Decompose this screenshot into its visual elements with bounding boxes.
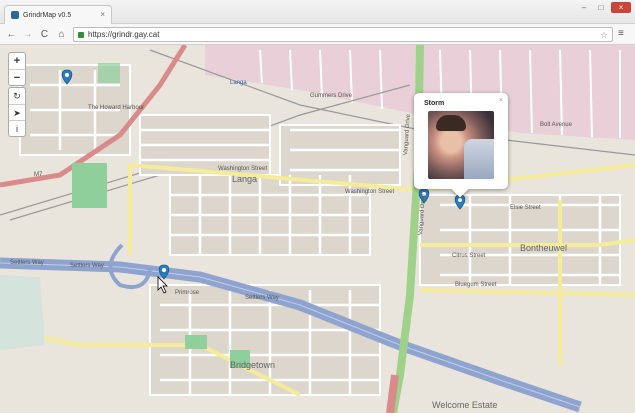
label-bontheuwel: Bontheuwel: [520, 243, 568, 253]
tab-close-icon[interactable]: ×: [100, 10, 105, 19]
bookmark-star-icon[interactable]: ☆: [600, 28, 608, 42]
profile-popup[interactable]: Storm ×: [414, 93, 508, 198]
label-settlers-way-1: Settlers Way: [10, 260, 44, 266]
map-canvas: [0, 45, 635, 413]
map-tool-buttons: ↻ ➤ i: [8, 87, 26, 137]
browser-toolbar: ← → C ⌂ https://grindr.gay.cat ☆ ≡: [0, 24, 635, 45]
back-button[interactable]: ←: [5, 28, 18, 41]
red-road-south: [386, 374, 399, 413]
locate-icon[interactable]: ➤: [9, 104, 25, 120]
park-4: [98, 63, 120, 83]
label-welcome-estate: Welcome Estate: [432, 400, 498, 410]
close-window-button[interactable]: ×: [611, 2, 631, 13]
zoom-in-button[interactable]: +: [9, 53, 25, 69]
label-citrus-st: Citrus Street: [452, 253, 486, 259]
browser-window: GrindrMap v0.5 × – □ × ← → C ⌂ https://g…: [0, 0, 635, 413]
forward-button[interactable]: →: [21, 28, 34, 41]
favicon-icon: [11, 11, 19, 19]
label-washington-st-1: Washington Street: [218, 166, 268, 172]
photo-hair: [436, 115, 466, 131]
info-icon[interactable]: i: [9, 120, 25, 136]
label-bridgetown: Bridgetown: [230, 360, 276, 370]
label-gummers-drive: Gummers Drive: [310, 93, 353, 99]
title-bar: GrindrMap v0.5 × – □ ×: [0, 0, 635, 24]
lock-icon: [78, 32, 84, 38]
map-view[interactable]: Langa Langa Bontheuwel Bridgetown Welcom…: [0, 45, 635, 413]
minimize-button[interactable]: –: [577, 2, 591, 13]
url-text: https://grindr.gay.cat: [88, 30, 160, 39]
home-button[interactable]: ⌂: [55, 28, 68, 41]
label-primrose: Primrose: [175, 290, 200, 296]
label-settlers-way-3: Settlers Way: [245, 295, 279, 301]
address-bar[interactable]: https://grindr.gay.cat ☆: [73, 27, 613, 42]
label-langa: Langa: [232, 174, 258, 184]
refresh-icon[interactable]: ↻: [9, 88, 25, 104]
maximize-button[interactable]: □: [594, 2, 608, 13]
window-controls: – □ ×: [577, 2, 631, 13]
popup-close-icon[interactable]: ×: [499, 97, 503, 104]
park-1: [72, 163, 107, 208]
label-elsie-st: Elsie Street: [510, 205, 541, 211]
park-2: [185, 335, 207, 349]
profile-photo: [428, 111, 494, 179]
label-washington-st-2: Washington Street: [345, 189, 395, 195]
label-langa-road: Langa: [230, 80, 247, 86]
zoom-out-button[interactable]: −: [9, 69, 25, 85]
popup-title: Storm: [424, 100, 445, 107]
pale-area: [0, 275, 45, 350]
label-bolt-ave: Bolt Avenue: [540, 122, 572, 128]
reload-button[interactable]: C: [38, 28, 51, 41]
label-m7: M7: [34, 172, 43, 178]
zoom-control: + −: [8, 52, 26, 86]
label-settlers-way-2: Settlers Way: [70, 263, 104, 269]
label-bluegum-st: Bluegum Street: [455, 282, 497, 288]
tab-title: GrindrMap v0.5: [23, 11, 72, 19]
browser-tab[interactable]: GrindrMap v0.5 ×: [4, 5, 112, 24]
photo-shirt: [464, 139, 494, 179]
label-howard-harbour: The Howard Harbour: [88, 105, 145, 111]
menu-icon[interactable]: ≡: [618, 28, 628, 40]
